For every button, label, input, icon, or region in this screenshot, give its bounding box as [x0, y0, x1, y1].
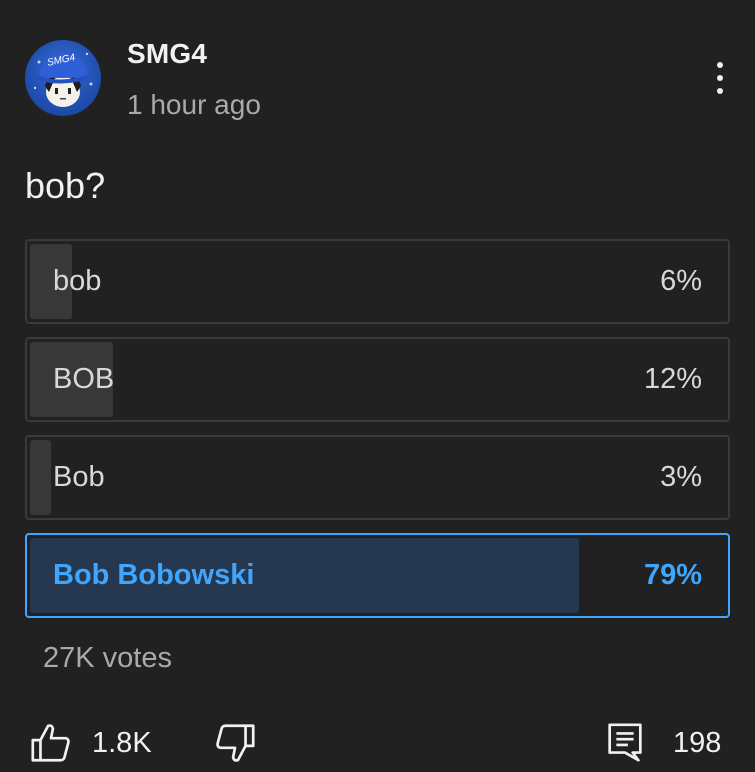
poll-option-fill: [30, 440, 51, 515]
smg4-avatar-icon: [33, 52, 93, 107]
poll-option-percent: 3%: [660, 461, 702, 493]
like-count: 1.8K: [92, 726, 152, 759]
comment-icon: [608, 723, 642, 762]
post-timestamp: 1 hour ago: [127, 89, 261, 120]
channel-avatar[interactable]: SMG4: [25, 40, 101, 116]
channel-name[interactable]: SMG4: [127, 38, 207, 70]
poll: bob 6% BOB 12% Bob 3% Bob Bobowski 79%: [25, 239, 730, 631]
poll-option[interactable]: bob 6%: [25, 239, 730, 324]
poll-option[interactable]: Bob 3%: [25, 435, 730, 520]
poll-option-percent: 6%: [660, 265, 702, 297]
more-vert-icon-dot: [717, 75, 723, 81]
poll-option-selected[interactable]: Bob Bobowski 79%: [25, 533, 730, 618]
poll-option[interactable]: BOB 12%: [25, 337, 730, 422]
more-options-button[interactable]: [700, 56, 740, 100]
dislike-button[interactable]: [212, 718, 258, 768]
more-vert-icon-dot: [717, 88, 723, 94]
like-button[interactable]: 1.8K: [28, 718, 152, 768]
thumbs-up-icon: [31, 724, 70, 762]
poll-vote-count: 27K votes: [43, 642, 172, 674]
thumbs-down-icon: [216, 724, 255, 762]
poll-option-percent: 12%: [643, 363, 702, 395]
poll-option-label: BOB: [53, 363, 115, 395]
comments-button[interactable]: 198: [605, 718, 721, 768]
comment-count: 198: [673, 726, 722, 759]
poll-option-label: Bob Bobowski: [53, 559, 255, 591]
poll-option-label: bob: [53, 265, 102, 297]
post-text: bob?: [25, 165, 106, 206]
poll-option-percent: 79%: [643, 559, 702, 591]
more-vert-icon: [717, 62, 723, 68]
community-post: SMG4 SMG4 1 hour ago bob? bob 6% BOB 12%…: [0, 0, 755, 772]
poll-option-label: Bob: [53, 461, 105, 493]
